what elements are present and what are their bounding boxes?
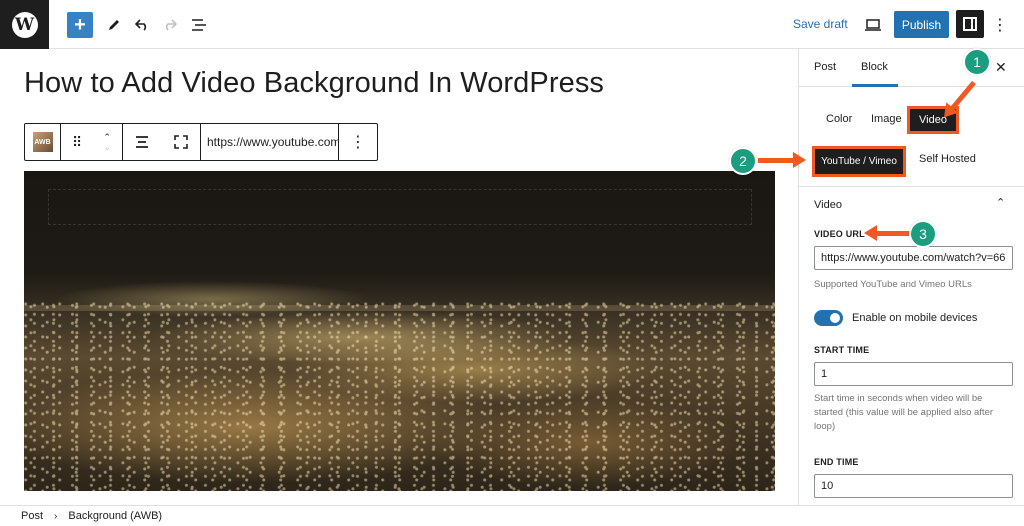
add-block-button[interactable]: + [67, 12, 93, 38]
redo-icon [165, 19, 177, 31]
inner-block-placeholder[interactable] [48, 189, 752, 225]
background-type-switcher: Color Image Video [799, 105, 1024, 135]
city-lights [24, 299, 775, 491]
align-icon[interactable] [135, 135, 149, 149]
section-divider [799, 186, 1024, 187]
pen-icon [109, 20, 119, 30]
annotation-step-1: 1 [963, 48, 991, 76]
block-video-url-field[interactable]: https://www.youtube.com [201, 124, 339, 160]
block-toolbar: AWB ⠿ ⌃ ⌄ https://www.youtube.com ⋮ [24, 123, 378, 161]
wordpress-logo-glyph: W [11, 11, 38, 38]
annotation-step-2: 2 [729, 147, 757, 175]
chevron-right-icon: › [54, 510, 58, 522]
video-section-title[interactable]: Video [814, 199, 842, 211]
video-background-preview[interactable] [24, 171, 775, 491]
sidebar-tabs: Post Block ✕ [799, 49, 1024, 87]
block-options-button[interactable]: ⋮ [339, 124, 377, 160]
wordpress-logo-icon[interactable]: W [0, 0, 49, 49]
end-time-label: END TIME [814, 457, 859, 467]
video-url-input[interactable]: https://www.youtube.com/watch?v=66 [814, 246, 1013, 270]
list-view-icon [192, 19, 206, 31]
chevron-down-icon[interactable]: ⌄ [103, 142, 111, 152]
awb-block-icon: AWB [32, 132, 53, 152]
annotation-step-3: 3 [909, 220, 937, 248]
more-vertical-icon: ⋮ [992, 17, 1008, 34]
video-source-self-hosted[interactable]: Self Hosted [919, 153, 976, 165]
video-url-help: Supported YouTube and Vimeo URLs [814, 279, 972, 290]
bg-type-color[interactable]: Color [826, 113, 852, 125]
settings-button[interactable] [956, 10, 984, 38]
editor-top-bar: W + Save draft Publish ⋮ [0, 0, 1024, 49]
video-source-youtube-vimeo[interactable]: YouTube / Vimeo [812, 146, 906, 177]
start-time-help: Start time in seconds when video will be… [814, 393, 994, 432]
settings-sidebar: Post Block ✕ Color Image Video YouTube /… [798, 49, 1024, 505]
document-overview-button[interactable] [186, 12, 212, 38]
fullscreen-icon[interactable] [173, 135, 188, 149]
post-title[interactable]: How to Add Video Background In WordPress [24, 67, 604, 100]
chevron-up-icon[interactable]: ⌃ [103, 132, 111, 142]
annotation-arrow-3 [864, 225, 910, 241]
preview-button[interactable] [860, 12, 886, 38]
start-time-label: START TIME [814, 345, 870, 355]
more-vertical-icon: ⋮ [350, 134, 366, 151]
close-icon[interactable]: ✕ [995, 59, 1007, 76]
start-time-input[interactable]: 1 [814, 362, 1013, 386]
video-url-label: VIDEO URL [814, 229, 865, 239]
video-source-switcher: YouTube / Vimeo Self Hosted [799, 146, 1024, 177]
breadcrumb-post[interactable]: Post [21, 510, 43, 522]
tab-block[interactable]: Block [852, 61, 898, 87]
breadcrumb-block[interactable]: Background (AWB) [68, 510, 162, 522]
alignment-group [123, 124, 201, 160]
mobile-devices-toggle[interactable] [814, 310, 843, 326]
chevron-up-icon[interactable]: ⌃ [996, 196, 1005, 209]
options-button[interactable]: ⋮ [990, 12, 1010, 38]
sidebar-toggle-icon [963, 17, 977, 31]
redo-button[interactable] [157, 12, 183, 38]
tools-pen-icon[interactable] [101, 12, 127, 38]
move-up-down-icons[interactable]: ⌃ ⌄ [103, 132, 111, 152]
block-type-button[interactable]: AWB [25, 124, 61, 160]
block-movers: ⠿ ⌃ ⌄ [61, 124, 123, 160]
breadcrumb: Post › Background (AWB) [0, 505, 1024, 526]
save-draft-button[interactable]: Save draft [793, 17, 848, 31]
end-time-input[interactable]: 10 [814, 474, 1013, 498]
tab-post[interactable]: Post [814, 61, 836, 73]
desktop-preview-icon [865, 19, 881, 31]
annotation-arrow-2 [758, 152, 806, 168]
undo-icon [135, 19, 147, 31]
mobile-devices-label: Enable on mobile devices [852, 312, 978, 324]
publish-button[interactable]: Publish [894, 11, 949, 38]
drag-handle-icon[interactable]: ⠿ [72, 134, 82, 151]
undo-button[interactable] [129, 12, 155, 38]
bg-type-image[interactable]: Image [871, 113, 902, 125]
editor-canvas: How to Add Video Background In WordPress… [0, 49, 798, 504]
